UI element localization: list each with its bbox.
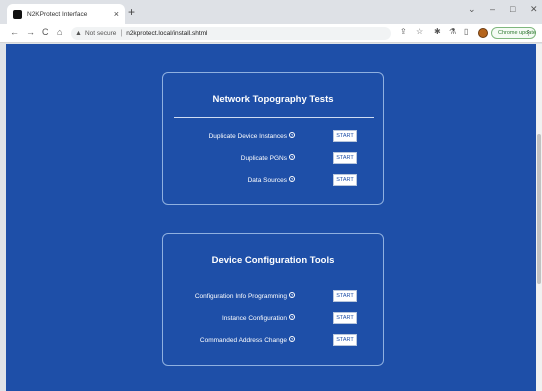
- device-configuration-card: Device Configuration Tools Configuration…: [162, 233, 384, 366]
- help-icon[interactable]: ?: [289, 154, 295, 160]
- test-row: Duplicate Device Instances? START: [163, 130, 383, 142]
- scrollbar-thumb[interactable]: [537, 134, 541, 284]
- reload-icon[interactable]: C: [42, 28, 49, 37]
- start-button[interactable]: START: [333, 334, 357, 346]
- start-button[interactable]: START: [333, 152, 357, 164]
- tool-row: Commanded Address Change? START: [163, 334, 383, 346]
- tab-title: N2KProtect Interface: [27, 10, 88, 18]
- extensions-icon[interactable]: ✱: [434, 28, 441, 36]
- card-title: Device Configuration Tools: [211, 255, 335, 266]
- start-button[interactable]: START: [333, 174, 357, 186]
- favicon-icon: [13, 9, 22, 19]
- tab-close-icon[interactable]: ×: [114, 9, 119, 19]
- warning-icon[interactable]: ▲: [75, 30, 82, 37]
- card-divider: [174, 117, 374, 118]
- network-topography-card: Network Topography Tests Duplicate Devic…: [162, 72, 384, 205]
- profile-avatar[interactable]: [478, 28, 488, 38]
- test-row: Duplicate PGNs? START: [163, 152, 383, 164]
- help-icon[interactable]: ?: [289, 132, 295, 138]
- test-row: Data Sources? START: [163, 174, 383, 186]
- chrome-update-button[interactable]: Chrome update ⋮: [491, 27, 536, 39]
- menu-dots-icon[interactable]: ⋮: [525, 29, 532, 37]
- new-tab-icon[interactable]: +: [128, 6, 135, 18]
- minimize-icon[interactable]: –: [490, 5, 495, 14]
- maximize-icon[interactable]: □: [510, 5, 515, 14]
- help-icon[interactable]: ?: [289, 176, 295, 182]
- start-button[interactable]: START: [333, 312, 357, 324]
- row-label: Commanded Address Change?: [199, 336, 295, 344]
- row-label: Configuration Info Programming?: [194, 292, 295, 300]
- url-text[interactable]: n2kprotect.local/install.shtml: [126, 30, 207, 37]
- start-button[interactable]: START: [333, 290, 357, 302]
- back-icon[interactable]: ←: [10, 28, 19, 37]
- url-separator: |: [120, 30, 123, 37]
- tab-search-icon[interactable]: ⌄: [468, 5, 476, 14]
- help-icon[interactable]: ?: [289, 292, 295, 298]
- card-title: Network Topography Tests: [212, 94, 334, 105]
- row-label: Instance Configuration?: [221, 314, 295, 322]
- start-button[interactable]: START: [333, 130, 357, 142]
- page-viewport: Network Topography Tests Duplicate Devic…: [6, 44, 536, 391]
- tool-row: Instance Configuration? START: [163, 312, 383, 324]
- browser-tab[interactable]: N2KProtect Interface ×: [7, 4, 125, 24]
- page-scrollbar[interactable]: [536, 44, 542, 391]
- help-icon[interactable]: ?: [289, 314, 295, 320]
- share-icon[interactable]: ⇪: [400, 28, 407, 36]
- home-icon[interactable]: ⌂: [57, 28, 62, 37]
- tab-strip: N2KProtect Interface × + ⌄ – □ ✕: [0, 0, 542, 24]
- row-label: Duplicate Device Instances?: [208, 132, 295, 140]
- not-secure-label[interactable]: Not secure: [85, 30, 116, 37]
- address-bar[interactable]: ▲ Not secure | n2kprotect.local/install.…: [71, 27, 391, 40]
- close-window-icon[interactable]: ✕: [530, 5, 538, 14]
- row-label: Data Sources?: [247, 176, 295, 184]
- tool-row: Configuration Info Programming? START: [163, 290, 383, 302]
- flask-icon[interactable]: ⚗: [449, 28, 456, 36]
- help-icon[interactable]: ?: [289, 336, 295, 342]
- browser-toolbar: ← → C ⌂ ▲ Not secure | n2kprotect.local/…: [0, 24, 542, 43]
- side-panel-icon[interactable]: ▯: [464, 28, 468, 36]
- row-label: Duplicate PGNs?: [240, 154, 295, 162]
- forward-icon[interactable]: →: [26, 28, 35, 37]
- bookmark-star-icon[interactable]: ☆: [416, 28, 423, 36]
